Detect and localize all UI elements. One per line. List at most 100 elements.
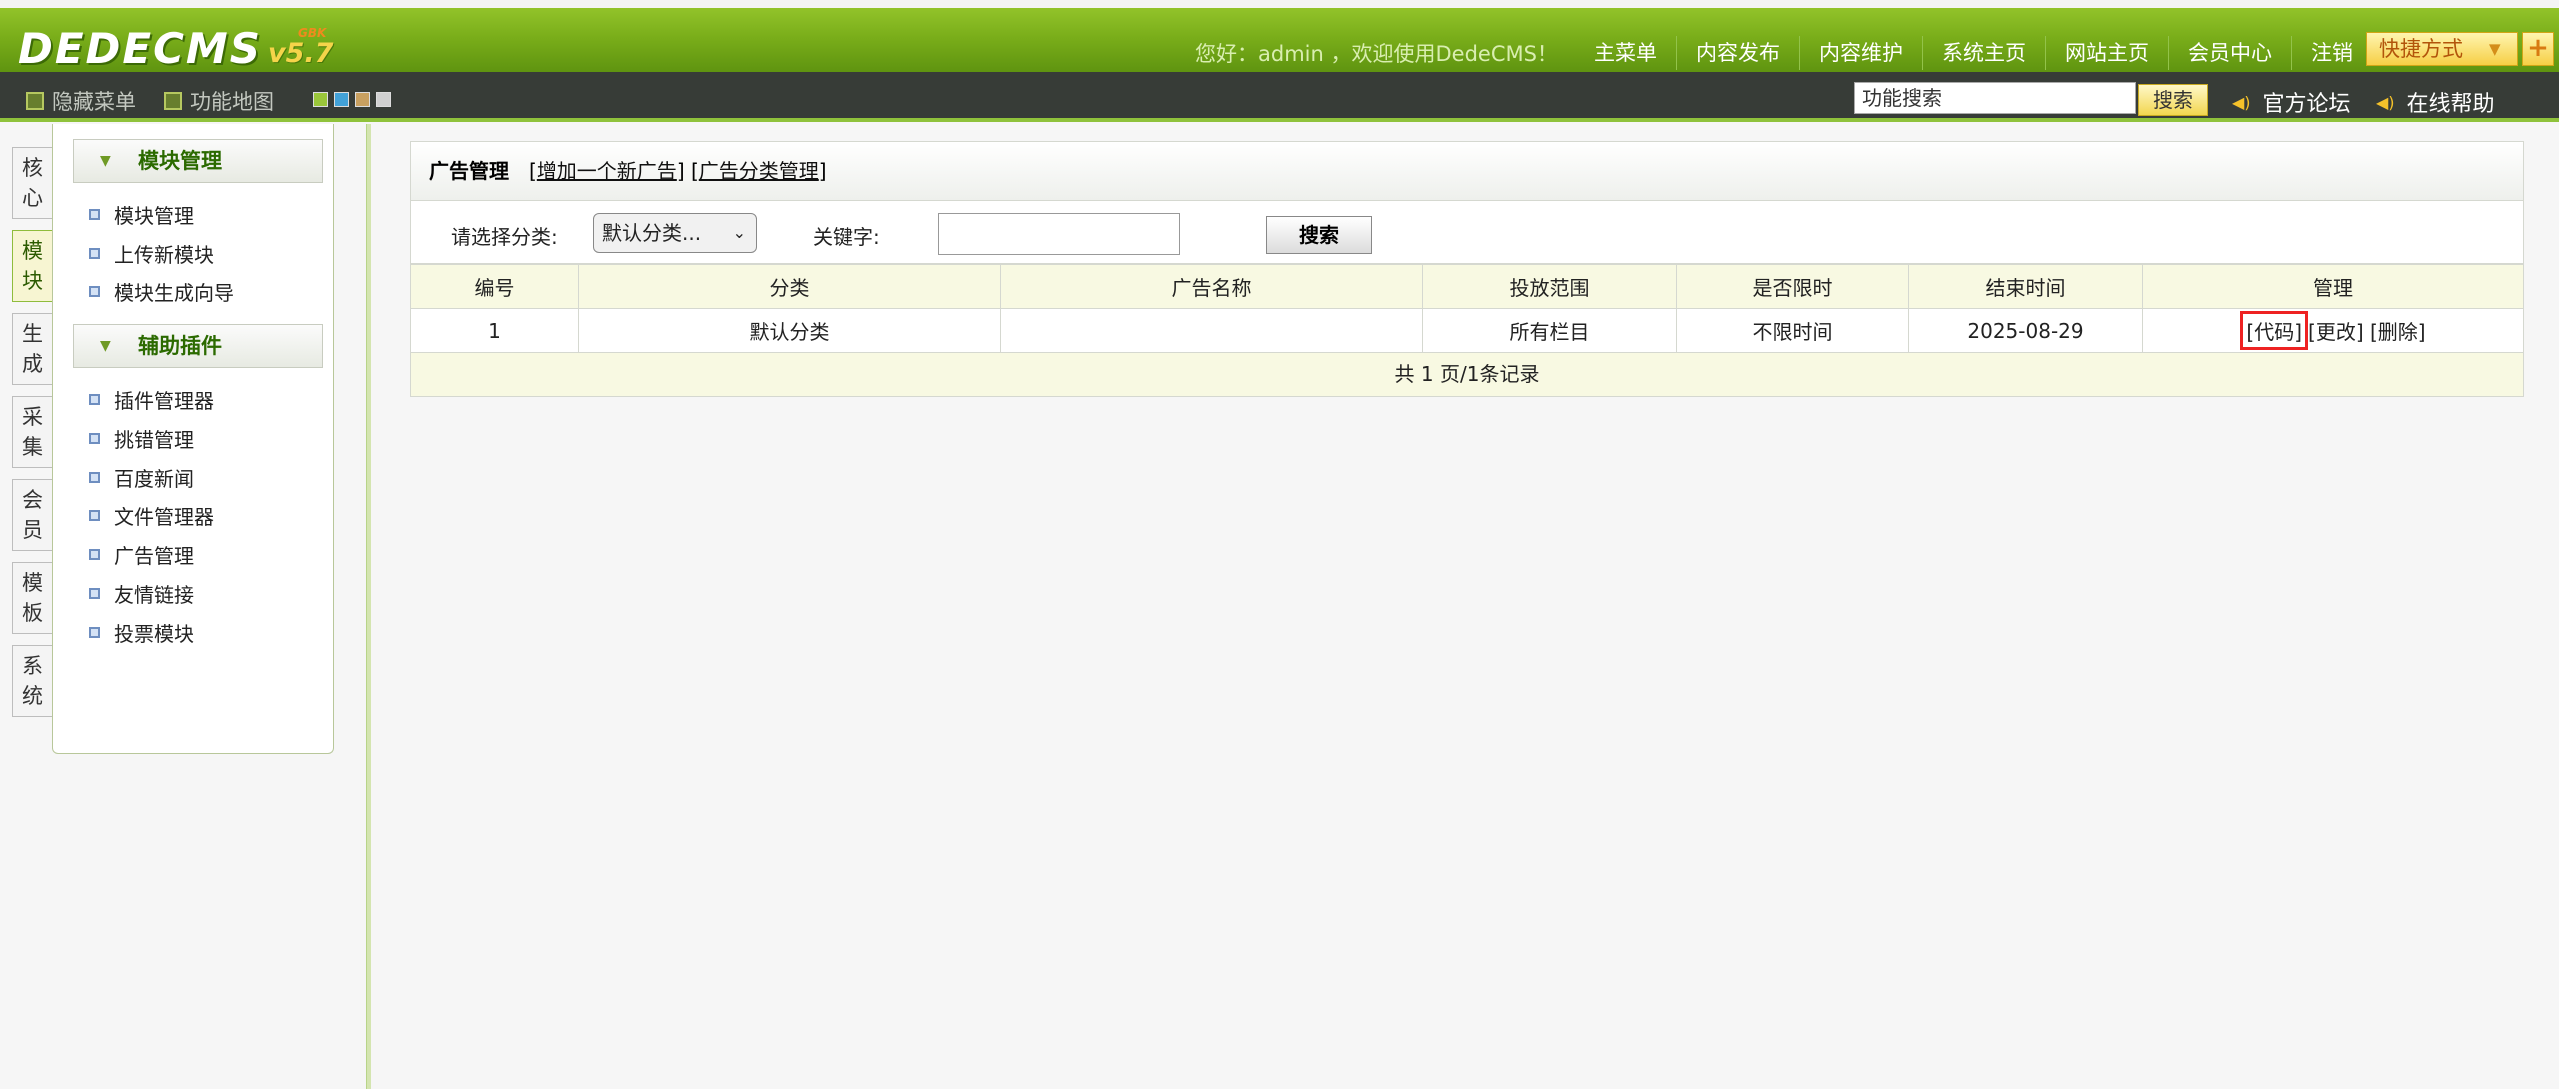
menu-item-upload-module[interactable]: 上传新模块: [89, 239, 214, 268]
side-tab-collect[interactable]: 采集: [12, 396, 52, 468]
add-quick-button[interactable]: +: [2522, 32, 2554, 66]
menu-item-friend-links[interactable]: 友情链接: [89, 579, 194, 608]
skin-swatches: [313, 92, 397, 107]
side-tab-module[interactable]: 模块: [12, 230, 52, 302]
official-forum-link[interactable]: ◀) 官方论坛: [2232, 86, 2351, 118]
col-limited: 是否限时: [1676, 264, 1909, 309]
ad-edit-link[interactable]: [更改]: [2308, 320, 2364, 344]
welcome-text: 您好：admin ，欢迎使用DedeCMS！: [1195, 42, 1558, 66]
hide-menu-button[interactable]: 隐藏菜单: [26, 86, 136, 116]
bullet-icon: [89, 286, 100, 297]
chevron-down-icon: ⌄: [732, 223, 746, 242]
function-search-input[interactable]: 功能搜索: [1854, 82, 2136, 114]
nav-main-menu[interactable]: 主菜单: [1575, 36, 1676, 70]
frame-divider[interactable]: [366, 124, 371, 1089]
speaker-icon: ◀): [2376, 92, 2395, 112]
online-help-label: 在线帮助: [2406, 92, 2495, 117]
nav-system-home[interactable]: 系统主页: [1922, 36, 2045, 70]
nav-logout[interactable]: 注销: [2291, 36, 2372, 70]
menu-item-file-manager[interactable]: 文件管理器: [89, 501, 214, 530]
bullet-icon: [89, 588, 100, 599]
menu-item-label: 挑错管理: [114, 428, 194, 452]
triangle-down-icon: ▼: [100, 153, 111, 169]
cell-end-time: 2025-08-29: [1908, 308, 2143, 353]
group-header-module-manage[interactable]: ▼ 模块管理: [73, 139, 323, 183]
cell-id: 1: [410, 308, 579, 353]
menu-item-module-wizard[interactable]: 模块生成向导: [89, 277, 234, 306]
add-ad-link[interactable]: 增加一个新广告: [537, 159, 677, 183]
speaker-icon: ◀): [2232, 92, 2251, 112]
logo-version: v5.7: [268, 38, 334, 69]
side-tab-template[interactable]: 模板: [12, 562, 52, 634]
top-nav: 主菜单 内容发布 内容维护 系统主页 网站主页 会员中心 注销: [1575, 36, 2372, 70]
table-row: 1 默认分类 所有栏目 不限时间 2025-08-29 [代码] [更改] [删除…: [410, 308, 2524, 353]
cell-actions: [代码] [更改] [删除]: [2142, 308, 2524, 353]
bullet-icon: [89, 248, 100, 259]
category-select-value: 默认分类...: [602, 221, 702, 245]
bullet-icon: [89, 394, 100, 405]
nav-content-publish[interactable]: 内容发布: [1676, 36, 1799, 70]
official-forum-label: 官方论坛: [2262, 92, 2351, 117]
menu-item-label: 模块生成向导: [114, 281, 234, 305]
skin-swatch-green[interactable]: [313, 92, 328, 107]
col-id: 编号: [410, 264, 579, 309]
menu-item-label: 投票模块: [114, 622, 194, 646]
site-map-button[interactable]: 功能地图: [164, 86, 274, 116]
menu-item-vote-module[interactable]: 投票模块: [89, 618, 194, 647]
triangle-down-icon: ▼: [100, 338, 111, 354]
cell-category: 默认分类: [578, 308, 1001, 353]
side-tab-label: 生成: [22, 322, 43, 376]
side-tab-system[interactable]: 系统: [12, 645, 52, 717]
quick-access-button[interactable]: 快捷方式 ▼: [2366, 32, 2518, 66]
keyword-label: 关键字:: [813, 225, 880, 249]
ad-category-link[interactable]: 广告分类管理: [699, 159, 819, 183]
menu-item-ad-manage[interactable]: 广告管理: [89, 540, 194, 569]
panel-icon: [26, 92, 44, 110]
menu-item-error-manage[interactable]: 挑错管理: [89, 424, 194, 453]
search-button[interactable]: 搜索: [1266, 216, 1372, 254]
side-tab-label: 模板: [22, 571, 43, 625]
menu-item-label: 模块管理: [114, 204, 194, 228]
side-tab-generate[interactable]: 生成: [12, 313, 52, 385]
online-help-link[interactable]: ◀) 在线帮助: [2376, 86, 2495, 118]
menu-item-plugin-manager[interactable]: 插件管理器: [89, 385, 214, 414]
col-name: 广告名称: [1000, 264, 1423, 309]
ad-table: 编号 分类 广告名称 投放范围 是否限时 结束时间 管理 1 默认分类 所有栏目…: [410, 264, 2524, 353]
side-tab-member[interactable]: 会员: [12, 479, 52, 551]
skin-swatch-gray[interactable]: [376, 92, 391, 107]
menu-item-label: 广告管理: [114, 544, 194, 568]
menu-item-label: 插件管理器: [114, 389, 214, 413]
menu-item-module-manage[interactable]: 模块管理: [89, 200, 194, 229]
pagination-info: 共 1 页/1条记录: [410, 353, 2524, 397]
filter-bar: 请选择分类: 默认分类... ⌄ 关键字: 搜索: [410, 201, 2524, 264]
ad-code-link[interactable]: [代码]: [2240, 311, 2309, 350]
keyword-input[interactable]: [938, 213, 1180, 255]
nav-site-home[interactable]: 网站主页: [2045, 36, 2168, 70]
side-tab-label: 会员: [22, 488, 43, 542]
group-header-plugins[interactable]: ▼ 辅助插件: [73, 324, 323, 368]
menu-item-label: 友情链接: [114, 583, 194, 607]
menu-item-baidu-news[interactable]: 百度新闻: [89, 463, 194, 492]
bullet-icon: [89, 209, 100, 220]
group-title: 模块管理: [138, 149, 222, 173]
side-tab-label: 系统: [22, 654, 43, 708]
grid-icon: [164, 92, 182, 110]
nav-content-maintain[interactable]: 内容维护: [1799, 36, 1922, 70]
col-category: 分类: [578, 264, 1001, 309]
side-tab-core[interactable]: 核心: [12, 147, 52, 219]
table-header-row: 编号 分类 广告名称 投放范围 是否限时 结束时间 管理: [410, 264, 2524, 309]
col-scope: 投放范围: [1422, 264, 1677, 309]
bullet-icon: [89, 472, 100, 483]
skin-swatch-blue[interactable]: [334, 92, 349, 107]
skin-swatch-brown[interactable]: [355, 92, 370, 107]
side-tab-label: 模块: [22, 239, 43, 293]
chevron-down-icon: ▼: [2489, 40, 2501, 58]
function-search-button[interactable]: 搜索: [2138, 84, 2208, 116]
nav-member-center[interactable]: 会员中心: [2168, 36, 2291, 70]
bullet-icon: [89, 627, 100, 638]
cell-name: [1000, 308, 1423, 353]
ad-delete-link[interactable]: [删除]: [2370, 320, 2426, 344]
menu-item-label: 百度新闻: [114, 467, 194, 491]
side-tab-label: 采集: [22, 405, 43, 459]
category-select[interactable]: 默认分类... ⌄: [593, 213, 757, 253]
